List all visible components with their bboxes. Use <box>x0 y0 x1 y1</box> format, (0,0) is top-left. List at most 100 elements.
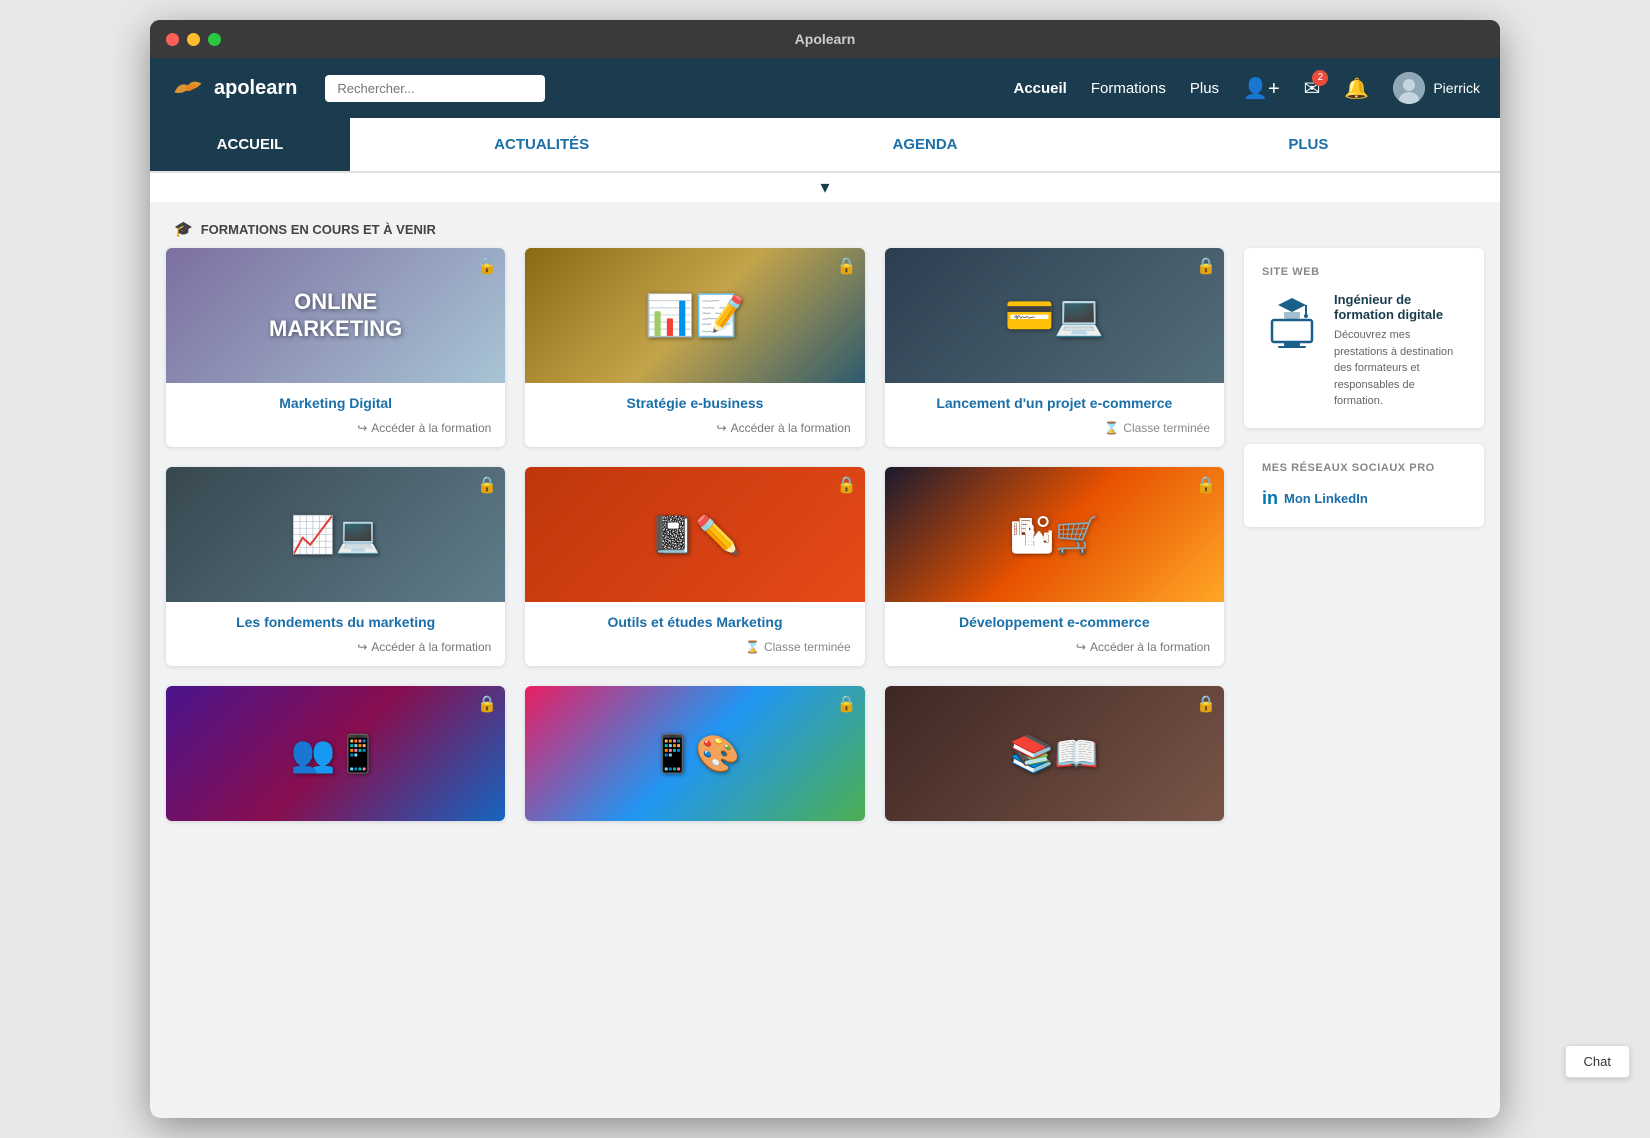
course-thumbnail-wrapper: 📈💻 🔒 <box>166 467 505 602</box>
course-card-fondements-marketing: 📈💻 🔒 Les fondements du marketing ↪ Accéd… <box>166 467 505 666</box>
logo-icon <box>170 74 206 102</box>
lock-icon: 🔒 <box>1196 475 1216 495</box>
course-thumbnail: 📚📖 <box>885 686 1224 821</box>
course-title: Développement e-commerce <box>885 602 1224 634</box>
course-card-marketing-digital: ONLINEMARKETING 🔒 Marketing Digital ↪ Ac… <box>166 248 505 447</box>
sidebar-social-card: MES RÉSEAUX SOCIAUX PRO in Mon LinkedIn <box>1244 444 1484 527</box>
nav-accueil[interactable]: Accueil <box>1013 80 1066 97</box>
sidebar-site-web-card: SITE WEB Ingénieur <box>1244 248 1484 428</box>
tab-actualites[interactable]: ACTUALITÉS <box>350 118 733 171</box>
course-card-strategie-ebusiness: 📊📝 🔒 Stratégie e-business ↪ Accéder à la… <box>525 248 864 447</box>
promo-icon <box>1262 292 1322 352</box>
nav-plus[interactable]: Plus <box>1190 80 1219 97</box>
messages-icon[interactable]: ✉ 2 <box>1304 76 1321 101</box>
sidebar: SITE WEB Ingénieur <box>1244 248 1484 841</box>
search-input[interactable] <box>325 75 545 102</box>
course-card-developpement-ecommerce: 🏙🛒 🔒 Développement e-commerce ↪ Accéder … <box>885 467 1224 666</box>
course-action[interactable]: ↪ Accéder à la formation <box>525 415 864 447</box>
course-thumbnail: 📓✏️ <box>525 467 864 602</box>
course-thumbnail-wrapper: 💳💻 🔒 <box>885 248 1224 383</box>
course-thumbnail: 📱🎨 <box>525 686 864 821</box>
promo-text: Ingénieur de formation digitale Découvre… <box>1334 292 1466 410</box>
course-thumbnail-wrapper: 📓✏️ 🔒 <box>525 467 864 602</box>
course-card-apps: 📱🎨 🔒 <box>525 686 864 821</box>
course-card-books: 📚📖 🔒 <box>885 686 1224 821</box>
course-thumbnail: 📈💻 <box>166 467 505 602</box>
lock-icon: 🔒 <box>1196 694 1216 714</box>
sidebar-site-web-label: SITE WEB <box>1262 266 1466 278</box>
course-card-outils-marketing: 📓✏️ 🔒 Outils et études Marketing ⌛ Class… <box>525 467 864 666</box>
course-action[interactable]: ↪ Accéder à la formation <box>885 634 1224 666</box>
course-action: ⌛ Classe terminée <box>885 415 1224 447</box>
nav-formations[interactable]: Formations <box>1091 80 1166 97</box>
lock-icon: 🔒 <box>1196 256 1216 276</box>
course-title: Marketing Digital <box>166 383 505 415</box>
section-heading: 🎓 FORMATIONS EN COURS ET À VENIR <box>150 202 1500 248</box>
chat-button[interactable]: Chat <box>1565 1045 1630 1078</box>
navbar: apolearn Accueil Formations Plus 👤+ ✉ 2 … <box>150 58 1500 118</box>
title-bar: Apolearn <box>150 20 1500 58</box>
hourglass-icon: ⌛ <box>1104 421 1119 435</box>
hourglass-icon: ⌛ <box>745 640 760 654</box>
close-button[interactable] <box>166 33 179 46</box>
linkedin-row: in Mon LinkedIn <box>1262 488 1466 509</box>
course-title: Outils et études Marketing <box>525 602 864 634</box>
linkedin-icon: in <box>1262 488 1278 509</box>
sidebar-reseaux-label: MES RÉSEAUX SOCIAUX PRO <box>1262 462 1466 474</box>
course-thumbnail: ONLINEMARKETING <box>166 248 505 383</box>
minimize-button[interactable] <box>187 33 200 46</box>
window-title: Apolearn <box>795 31 856 47</box>
course-action[interactable]: ↪ Accéder à la formation <box>166 415 505 447</box>
course-thumbnail-wrapper: 🏙🛒 🔒 <box>885 467 1224 602</box>
course-thumbnail-wrapper: 📚📖 🔒 <box>885 686 1224 821</box>
course-title: Les fondements du marketing <box>166 602 505 634</box>
logo-text: apolearn <box>214 77 297 100</box>
logo[interactable]: apolearn <box>170 74 297 102</box>
traffic-lights <box>166 33 221 46</box>
messages-badge: 2 <box>1312 70 1328 86</box>
lock-icon: 🔒 <box>837 475 857 495</box>
course-card-social: 👥📱 🔒 <box>166 686 505 821</box>
course-thumbnail-wrapper: 👥📱 🔒 <box>166 686 505 821</box>
lock-icon: 🔒 <box>837 256 857 276</box>
courses-section: ONLINEMARKETING 🔒 Marketing Digital ↪ Ac… <box>166 248 1224 841</box>
sidebar-promo: Ingénieur de formation digitale Découvre… <box>1262 292 1466 410</box>
course-thumbnail-wrapper: ONLINEMARKETING 🔒 <box>166 248 505 383</box>
tabs-bar: ACCUEIL ACTUALITÉS AGENDA PLUS <box>150 118 1500 173</box>
tab-accueil[interactable]: ACCUEIL <box>150 118 350 171</box>
main-content: ACCUEIL ACTUALITÉS AGENDA PLUS ▾ 🎓 FORMA… <box>150 118 1500 1118</box>
lock-icon: 🔒 <box>477 694 497 714</box>
course-thumbnail: 💳💻 <box>885 248 1224 383</box>
tab-agenda[interactable]: AGENDA <box>733 118 1116 171</box>
maximize-button[interactable] <box>208 33 221 46</box>
course-thumbnail: 🏙🛒 <box>885 467 1224 602</box>
avatar <box>1393 72 1425 104</box>
nav-links: Accueil Formations Plus 👤+ ✉ 2 🔔 Pierric… <box>1013 72 1480 104</box>
user-name: Pierrick <box>1433 80 1480 96</box>
course-action[interactable]: ↪ Accéder à la formation <box>166 634 505 666</box>
course-title: Stratégie e-business <box>525 383 864 415</box>
arrow-right-icon: ↪ <box>357 640 367 654</box>
lock-icon: 🔒 <box>477 256 497 276</box>
course-action: ⌛ Classe terminée <box>525 634 864 666</box>
linkedin-link[interactable]: Mon LinkedIn <box>1284 491 1368 506</box>
tab-plus[interactable]: PLUS <box>1117 118 1500 171</box>
course-thumbnail: 📊📝 <box>525 248 864 383</box>
course-thumbnail-wrapper: 📱🎨 🔒 <box>525 686 864 821</box>
lock-icon: 🔒 <box>837 694 857 714</box>
arrow-right-icon: ↪ <box>717 421 727 435</box>
graduation-cap-icon: 🎓 <box>174 220 193 238</box>
user-menu[interactable]: Pierrick <box>1393 72 1480 104</box>
lock-icon: 🔒 <box>477 475 497 495</box>
arrow-right-icon: ↪ <box>1076 640 1086 654</box>
add-user-icon[interactable]: 👤+ <box>1243 76 1280 101</box>
course-card-lancement-ecommerce: 💳💻 🔒 Lancement d'un projet e-commerce ⌛ … <box>885 248 1224 447</box>
course-thumbnail: 👥📱 <box>166 686 505 821</box>
content-area: ONLINEMARKETING 🔒 Marketing Digital ↪ Ac… <box>150 248 1500 857</box>
course-title: Lancement d'un projet e-commerce <box>885 383 1224 415</box>
notifications-icon[interactable]: 🔔 <box>1344 76 1369 101</box>
courses-grid: ONLINEMARKETING 🔒 Marketing Digital ↪ Ac… <box>166 248 1224 821</box>
course-thumbnail-wrapper: 📊📝 🔒 <box>525 248 864 383</box>
chevron-down-icon: ▾ <box>820 177 829 197</box>
tab-indicator: ▾ <box>150 173 1500 202</box>
